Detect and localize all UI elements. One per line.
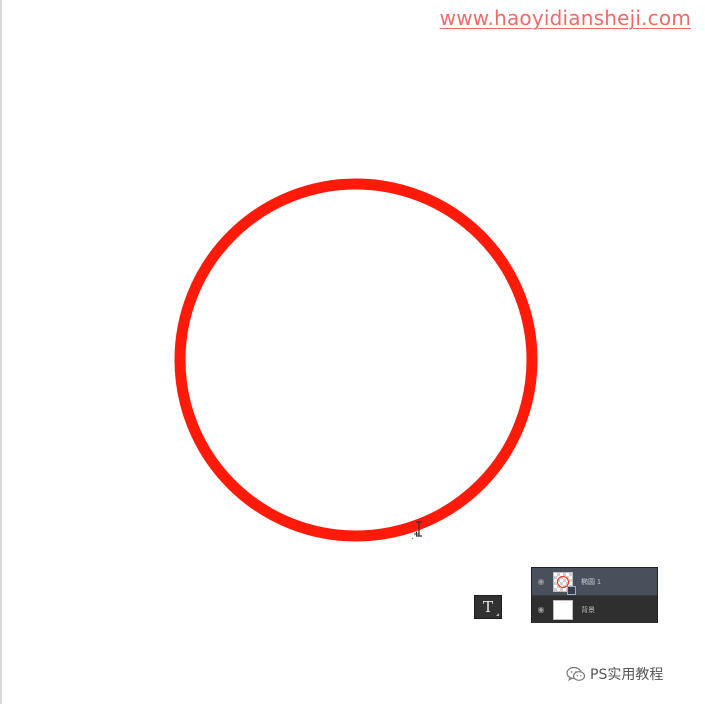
shape-layer-badge-icon (567, 585, 576, 595)
text-cursor-icon (411, 521, 422, 540)
layer-thumbnail (553, 571, 576, 595)
eye-icon[interactable]: ◉ (532, 577, 550, 586)
wechat-account-label: PS实用教程 (566, 664, 663, 684)
layer-row-background[interactable]: ◉ 背景 (532, 595, 657, 623)
eye-icon[interactable]: ◉ (532, 605, 550, 614)
type-tool-button[interactable]: T (474, 595, 502, 619)
tool-flyout-indicator (496, 613, 499, 616)
layer-thumbnail (553, 599, 573, 620)
layer-name: 椭圆 1 (581, 578, 601, 586)
layer-name: 背景 (581, 606, 595, 614)
ring-outline (174, 178, 538, 542)
type-tool-icon: T (482, 598, 493, 616)
layer-row-ellipse[interactable]: ◉ 椭圆 1 (532, 568, 657, 595)
layers-panel: ◉ 椭圆 1 ◉ 背景 (531, 567, 658, 623)
wechat-account-name: PS实用教程 (590, 667, 664, 683)
wechat-icon (566, 666, 586, 682)
